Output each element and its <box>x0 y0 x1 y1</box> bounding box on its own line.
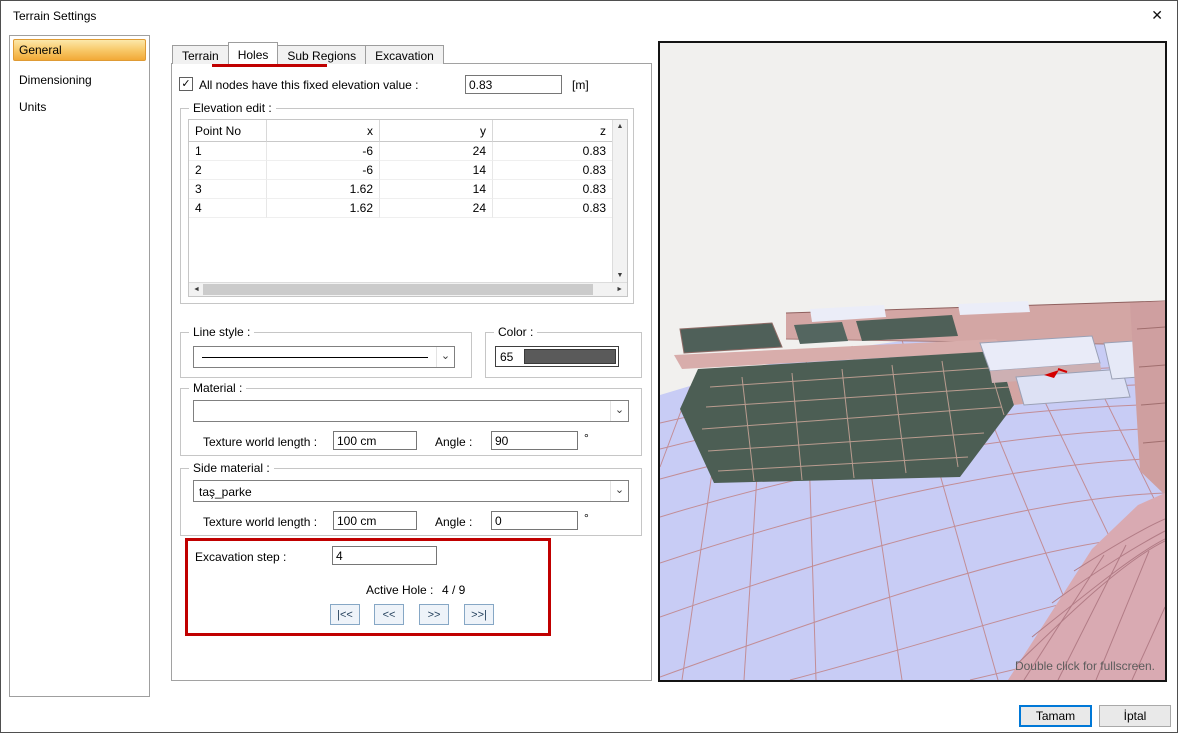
color-index-value: 65 <box>500 349 514 364</box>
tab-excavation[interactable]: Excavation <box>365 45 444 64</box>
degree-symbol: ° <box>584 431 589 445</box>
line-style-group: Line style : ⌄ <box>180 325 472 378</box>
chevron-down-icon: ⌄ <box>610 401 628 421</box>
chevron-down-icon: ⌄ <box>610 481 628 501</box>
elevation-edit-legend: Elevation edit : <box>189 101 276 115</box>
window-title: Terrain Settings <box>13 9 97 23</box>
cell-x: -6 <box>267 142 380 161</box>
table-row[interactable]: 4 1.62 24 0.83 <box>189 199 613 218</box>
fixed-elevation-input[interactable] <box>465 75 562 94</box>
degree-symbol: ° <box>584 511 589 525</box>
cell-point-no: 3 <box>189 180 267 199</box>
cell-point-no: 1 <box>189 142 267 161</box>
sidebar: General Dimensioning Units <box>9 35 150 697</box>
tab-terrain[interactable]: Terrain <box>172 45 229 64</box>
first-hole-button[interactable]: |<< <box>330 604 360 625</box>
color-swatch <box>524 349 616 364</box>
table-row[interactable]: 2 -6 14 0.83 <box>189 161 613 180</box>
unit-label: [m] <box>572 78 589 92</box>
cell-x: 1.62 <box>267 180 380 199</box>
texture-world-length-label: Texture world length : <box>203 435 318 449</box>
cell-y: 24 <box>380 199 493 218</box>
terrain-3d-preview[interactable]: Double click for fullscreen. <box>658 41 1167 682</box>
material-select[interactable]: ⌄ <box>193 400 629 422</box>
terrain-render <box>659 43 1166 681</box>
column-header-point-no[interactable]: Point No <box>189 120 267 142</box>
table-row[interactable]: 3 1.62 14 0.83 <box>189 180 613 199</box>
tab-holes[interactable]: Holes <box>227 42 279 64</box>
side-material-selected-value: taş_parke <box>199 485 252 499</box>
scroll-up-icon[interactable]: ▲ <box>613 123 627 130</box>
scroll-left-icon[interactable]: ◄ <box>193 286 200 293</box>
holes-tab-panel: ✓ All nodes have this fixed elevation va… <box>171 63 652 681</box>
ok-button[interactable]: Tamam <box>1019 705 1092 727</box>
scroll-down-icon[interactable]: ▼ <box>613 272 627 279</box>
elevation-table: Point No x y z 1 -6 24 0.83 2 -6 14 0.83 <box>188 119 628 297</box>
cell-z: 0.83 <box>493 161 613 180</box>
material-legend: Material : <box>189 381 247 395</box>
cell-x: -6 <box>267 161 380 180</box>
line-style-select[interactable]: ⌄ <box>193 346 455 368</box>
elevation-table-header: Point No x y z <box>189 120 613 142</box>
fullscreen-hint: Double click for fullscreen. <box>1014 659 1155 673</box>
line-style-legend: Line style : <box>189 325 255 339</box>
column-header-y[interactable]: y <box>380 120 493 142</box>
excavation-step-label: Excavation step : <box>195 550 287 564</box>
horizontal-scrollbar[interactable]: ◄ ► <box>189 282 627 296</box>
tab-bar: Terrain Holes Sub Regions Excavation <box>172 42 444 64</box>
close-icon[interactable]: ✕ <box>1151 7 1163 24</box>
elevation-table-rows: 1 -6 24 0.83 2 -6 14 0.83 3 1.62 14 0.83 <box>189 142 613 218</box>
chevron-down-icon: ⌄ <box>436 347 454 367</box>
color-control[interactable]: 65 <box>495 346 619 367</box>
cell-point-no: 4 <box>189 199 267 218</box>
elevation-edit-group: Elevation edit : Point No x y z 1 -6 24 … <box>180 101 634 304</box>
cell-y: 14 <box>380 180 493 199</box>
angle-label: Angle : <box>435 435 473 449</box>
column-header-x[interactable]: x <box>267 120 380 142</box>
vertical-scrollbar[interactable]: ▲ ▼ <box>612 120 627 282</box>
sidebar-item-general[interactable]: General <box>13 39 146 61</box>
fixed-elevation-label: All nodes have this fixed elevation valu… <box>199 78 419 92</box>
cancel-button[interactable]: İptal <box>1099 705 1171 727</box>
side-material-group: Side material : taş_parke ⌄ Texture worl… <box>180 461 642 536</box>
next-hole-button[interactable]: >> <box>419 604 449 625</box>
cell-x: 1.62 <box>267 199 380 218</box>
last-hole-button[interactable]: >>| <box>464 604 494 625</box>
material-angle-input[interactable] <box>491 431 578 450</box>
texture-world-length-label: Texture world length : <box>203 515 318 529</box>
line-style-sample <box>202 357 428 358</box>
side-material-select[interactable]: taş_parke ⌄ <box>193 480 629 502</box>
color-group: Color : 65 <box>485 325 642 378</box>
material-group: Material : ⌄ Texture world length : Angl… <box>180 381 642 456</box>
prev-hole-button[interactable]: << <box>374 604 404 625</box>
check-icon: ✓ <box>181 78 191 90</box>
cell-y: 14 <box>380 161 493 180</box>
scroll-right-icon[interactable]: ► <box>616 286 623 293</box>
annotation-tab-underline <box>212 64 327 67</box>
side-material-texture-length-input[interactable] <box>333 511 417 530</box>
side-material-legend: Side material : <box>189 461 274 475</box>
excavation-step-input[interactable] <box>332 546 437 565</box>
sidebar-item-units[interactable]: Units <box>10 91 149 118</box>
table-row[interactable]: 1 -6 24 0.83 <box>189 142 613 161</box>
side-material-angle-input[interactable] <box>491 511 578 530</box>
active-hole-value: 4 / 9 <box>442 583 466 597</box>
cell-z: 0.83 <box>493 180 613 199</box>
tab-sub-regions[interactable]: Sub Regions <box>277 45 367 64</box>
material-texture-length-input[interactable] <box>333 431 417 450</box>
color-legend: Color : <box>494 325 538 339</box>
cell-y: 24 <box>380 142 493 161</box>
active-hole-label: Active Hole : <box>366 583 434 597</box>
column-header-z[interactable]: z <box>493 120 613 142</box>
angle-label: Angle : <box>435 515 473 529</box>
fixed-elevation-checkbox[interactable]: ✓ <box>179 77 193 91</box>
sidebar-item-dimensioning[interactable]: Dimensioning <box>10 64 149 91</box>
scrollbar-thumb[interactable] <box>203 284 593 295</box>
titlebar: Terrain Settings ✕ <box>1 1 1177 31</box>
cell-z: 0.83 <box>493 199 613 218</box>
cell-point-no: 2 <box>189 161 267 180</box>
cell-z: 0.83 <box>493 142 613 161</box>
